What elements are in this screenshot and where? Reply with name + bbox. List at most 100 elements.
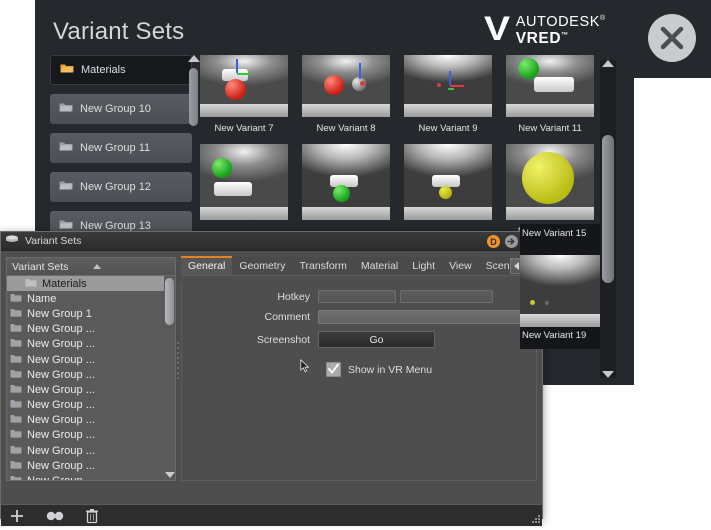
tree-column-header[interactable]: Variant Sets	[7, 258, 175, 276]
variant-label-row: New Variant 19	[520, 327, 600, 349]
tree-item-label: New Group ...	[27, 368, 95, 381]
variant-label: New Variant 15	[522, 228, 587, 239]
scroll-up-icon[interactable]	[188, 55, 200, 62]
tab-light[interactable]: Light	[405, 256, 442, 275]
duplicate-icon	[46, 511, 64, 520]
tree-item[interactable]: New Group ...	[7, 382, 164, 397]
variant-thumbnail[interactable]	[302, 55, 390, 117]
tree-item-name[interactable]: Name	[7, 291, 164, 306]
tree-item-new-group-1[interactable]: New Group 1	[7, 306, 164, 321]
dialog-title: Variant Sets	[25, 235, 82, 247]
tree-item-list[interactable]: Materials Name New Group 1 New Group ...…	[7, 276, 164, 480]
tree-item[interactable]: New Group ...	[7, 413, 164, 428]
variant-cell[interactable]: New Variant 7	[200, 55, 302, 144]
screenshot-row: Screenshot Go	[182, 331, 536, 348]
scroll-down-icon[interactable]	[602, 371, 614, 378]
variant-sets-icon	[5, 232, 19, 250]
variant-thumbnail[interactable]	[520, 255, 600, 327]
variant-thumbnail[interactable]	[200, 144, 288, 220]
variant-thumbnail[interactable]	[302, 144, 390, 220]
hotkey-key-input[interactable]	[400, 290, 493, 303]
variant-group-item-new-group-11[interactable]: New Group 11	[50, 133, 192, 163]
tab-view[interactable]: View	[442, 256, 479, 275]
variant-label: New Variant 8	[316, 123, 376, 134]
tree-item[interactable]: New Group ...	[7, 473, 164, 480]
variant-cell[interactable]: New Variant 11	[506, 55, 595, 144]
tab-bar[interactable]: General Geometry Transform Material Ligh…	[181, 256, 559, 276]
variant-grid-scrollbar[interactable]	[600, 60, 616, 378]
trash-icon	[86, 508, 98, 523]
scroll-up-icon[interactable]	[602, 60, 614, 67]
hotkey-row: Hotkey	[182, 290, 536, 303]
tree-item[interactable]: New Group ...	[7, 428, 164, 443]
variant-cell[interactable]: New Variant 9	[404, 55, 506, 144]
variant-label: New Variant 7	[214, 123, 274, 134]
variant-thumbnail[interactable]	[200, 55, 288, 117]
plus-icon	[11, 509, 23, 522]
tree-item-label: Materials	[42, 277, 87, 290]
close-icon[interactable]	[648, 14, 696, 62]
tree-item-label: New Group ...	[27, 444, 95, 457]
variant-thumbnail[interactable]	[404, 144, 492, 220]
dialog-titlebar[interactable]: Variant Sets D	[1, 232, 542, 251]
duplicate-variant-set-button[interactable]	[45, 510, 65, 522]
add-variant-set-button[interactable]	[9, 508, 25, 524]
splitter-handle[interactable]	[177, 342, 180, 386]
tree-item-materials[interactable]: Materials	[7, 276, 164, 292]
scrollbar-thumb[interactable]	[165, 278, 174, 325]
variant-sets-tree[interactable]: Variant Sets Materials Name New Group 1	[6, 257, 176, 481]
variant-group-label: New Group 10	[80, 103, 151, 115]
variant-label: New Variant 9	[418, 123, 478, 134]
comment-input[interactable]	[318, 310, 532, 324]
tree-item[interactable]: New Group ...	[7, 322, 164, 337]
variant-group-item-materials[interactable]: Materials	[50, 55, 192, 85]
variant-group-item-new-group-10[interactable]: New Group 10	[50, 94, 192, 124]
hotkey-modifier-input[interactable]	[318, 290, 396, 303]
tab-transform[interactable]: Transform	[292, 256, 353, 275]
page-title: Variant Sets	[53, 18, 185, 45]
variant-group-label: New Group 12	[80, 181, 151, 193]
folder-icon	[59, 139, 73, 157]
show-in-vr-menu-checkbox[interactable]	[326, 362, 341, 377]
undock-button[interactable]	[505, 235, 518, 248]
tree-item[interactable]: New Group ...	[7, 352, 164, 367]
tab-geometry[interactable]: Geometry	[232, 256, 292, 275]
tree-item[interactable]: New Group ...	[7, 443, 164, 458]
show-in-vr-menu-label: Show in VR Menu	[348, 363, 433, 376]
variant-sets-dialog[interactable]: Variant Sets D Variant Sets Materials Na…	[0, 231, 559, 526]
hotkey-label: Hotkey	[277, 290, 310, 303]
delete-variant-set-button[interactable]	[85, 508, 99, 524]
resize-grip[interactable]	[529, 512, 541, 524]
variant-group-label: New Group 11	[80, 142, 151, 154]
tree-item-label: New Group ...	[27, 459, 95, 472]
autodesk-wordmark: AUTODESK®	[515, 14, 606, 30]
tree-item[interactable]: New Group ...	[7, 367, 164, 382]
variant-group-item-new-group-12[interactable]: New Group 12	[50, 172, 192, 202]
dock-indicator-button[interactable]: D	[487, 235, 500, 248]
tree-item-label: New Group ...	[27, 353, 95, 366]
tree-item[interactable]: New Group ...	[7, 398, 164, 413]
group-list-scrollbar[interactable]	[188, 55, 200, 130]
tree-column-header-label: Variant Sets	[12, 260, 69, 273]
tab-general[interactable]: General	[181, 256, 233, 275]
folder-icon	[59, 100, 73, 118]
folder-icon	[60, 61, 74, 79]
comment-row: Comment	[182, 310, 536, 324]
tree-scrollbar[interactable]	[164, 276, 175, 480]
tree-item[interactable]: New Group ...	[7, 337, 164, 352]
variant-cell[interactable]: New Variant 8	[302, 55, 404, 144]
tab-material[interactable]: Material	[354, 256, 405, 275]
tree-item[interactable]: New Group ...	[7, 458, 164, 473]
scrollbar-thumb[interactable]	[602, 135, 614, 283]
tree-item-label: New Group ...	[27, 475, 95, 480]
variant-thumbnail[interactable]	[404, 55, 492, 117]
variant-thumbnail[interactable]	[506, 55, 594, 117]
sort-ascending-icon[interactable]	[93, 264, 101, 269]
scrollbar-thumb[interactable]	[189, 68, 198, 126]
scroll-down-icon[interactable]	[165, 472, 175, 478]
autodesk-v-mark-icon: V	[484, 10, 511, 48]
variant-group-list[interactable]: Materials New Group 10 New Group 11 New …	[50, 55, 192, 237]
show-in-vr-menu-row: Show in VR Menu	[182, 362, 536, 377]
screenshot-go-button[interactable]: Go	[318, 331, 435, 348]
variant-thumbnail[interactable]	[506, 144, 594, 220]
